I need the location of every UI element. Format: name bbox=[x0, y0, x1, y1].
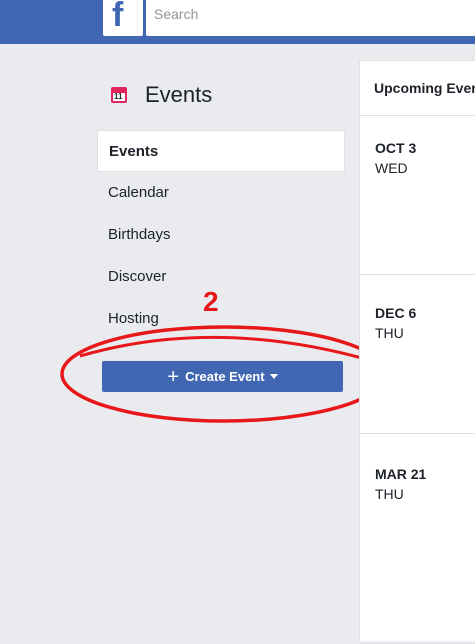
event-item[interactable]: OCT 3 WED bbox=[360, 116, 475, 275]
event-date: OCT 3 bbox=[375, 140, 417, 156]
sidebar-nav: Events Calendar Birthdays Discover Hosti… bbox=[97, 130, 345, 340]
annotation-ellipse bbox=[60, 325, 388, 423]
event-item[interactable]: MAR 21 THU bbox=[360, 434, 475, 644]
upcoming-events-header: Upcoming Events bbox=[360, 61, 475, 116]
upcoming-events-panel: Upcoming Events OCT 3 WED DEC 6 THU MAR … bbox=[359, 60, 475, 644]
sidebar-item-discover[interactable]: Discover bbox=[97, 256, 345, 298]
calendar-icon: 11 bbox=[111, 87, 127, 103]
top-navigation-bar: f Search bbox=[0, 0, 475, 44]
event-day: WED bbox=[375, 160, 408, 176]
event-item[interactable]: DEC 6 THU bbox=[360, 275, 475, 434]
search-input[interactable]: Search bbox=[146, 0, 475, 36]
sidebar-item-events[interactable]: Events bbox=[97, 130, 345, 172]
event-date: DEC 6 bbox=[375, 305, 417, 321]
sidebar-item-birthdays[interactable]: Birthdays bbox=[97, 214, 345, 256]
annotation-step-number: 2 bbox=[203, 286, 219, 317]
sidebar-item-calendar[interactable]: Calendar bbox=[97, 172, 345, 214]
sidebar-header: 11 Events bbox=[111, 82, 212, 108]
event-day: THU bbox=[375, 486, 404, 502]
event-day: THU bbox=[375, 325, 404, 341]
event-date: MAR 21 bbox=[375, 466, 427, 482]
search-placeholder: Search bbox=[154, 6, 199, 22]
sidebar-title: Events bbox=[145, 82, 213, 107]
facebook-logo[interactable]: f bbox=[103, 0, 143, 36]
